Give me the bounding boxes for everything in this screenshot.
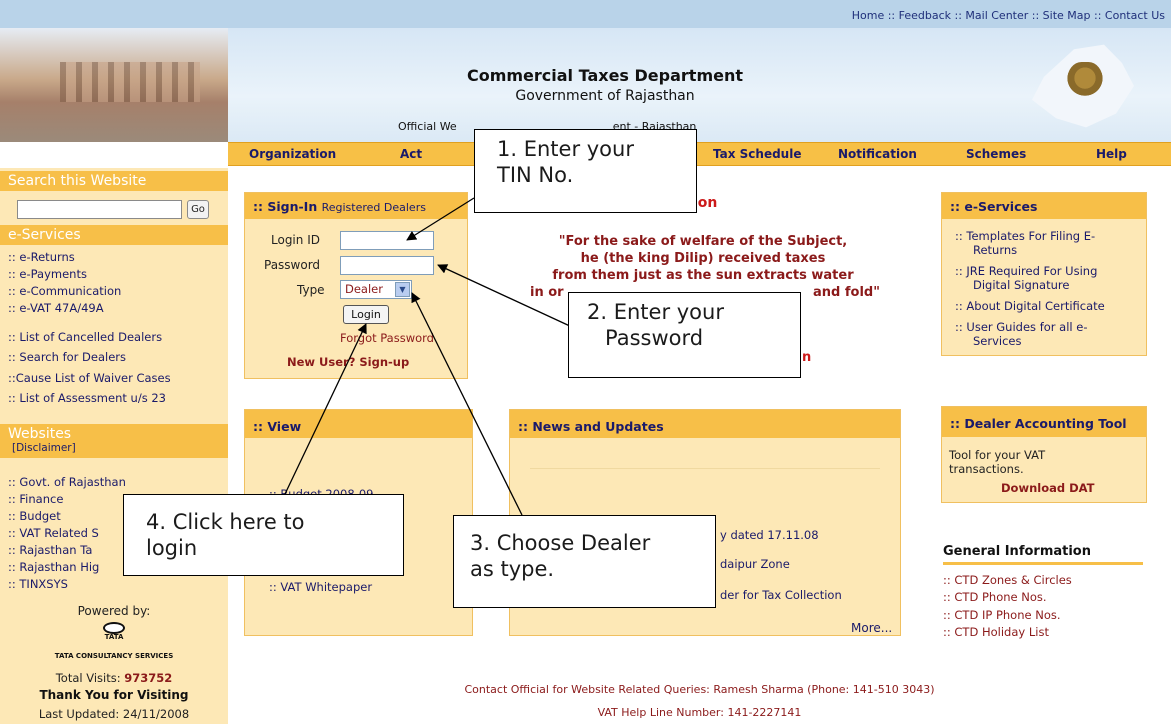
arrow-to-login-id	[406, 197, 475, 241]
callout-3-line-1: 3. Choose Dealer	[470, 531, 651, 555]
callout-1-line-1: 1. Enter your	[497, 137, 634, 161]
callout-enter-tin: 1. Enter your TIN No.	[474, 129, 697, 213]
callout-4-line-1: 4. Click here to	[146, 510, 305, 534]
callout-1-line-2: TIN No.	[497, 163, 574, 188]
arrow-to-password	[437, 264, 573, 328]
callout-click-login: 4. Click here to login	[123, 494, 404, 576]
callout-2-line-1: 2. Enter your	[587, 300, 724, 324]
callout-4-line-2: login	[146, 536, 198, 561]
callout-3-line-2: as type.	[470, 557, 555, 582]
callout-choose-dealer: 3. Choose Dealer as type.	[453, 515, 716, 608]
callout-enter-password: 2. Enter your Password	[568, 292, 801, 378]
arrow-to-type	[411, 292, 523, 516]
arrow-to-login-button	[284, 323, 367, 495]
callout-2-line-2: Password	[605, 326, 704, 351]
